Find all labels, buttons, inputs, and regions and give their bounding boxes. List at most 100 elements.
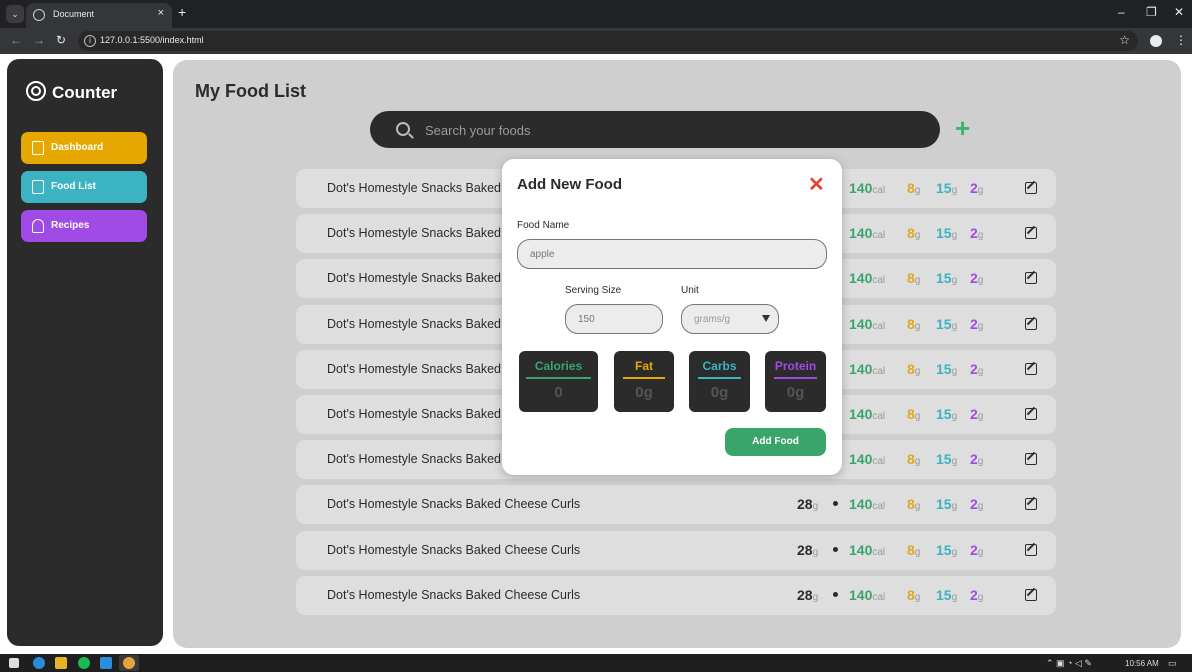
carbs-box: Carbs 0g xyxy=(689,351,750,412)
weight-unit: g xyxy=(812,547,819,558)
carbs-unit: g xyxy=(951,501,958,512)
edit-icon[interactable] xyxy=(1025,498,1037,510)
food-protein: 2g xyxy=(970,406,983,422)
window-close-icon[interactable]: ✕ xyxy=(1174,5,1184,19)
edit-icon[interactable] xyxy=(1025,363,1037,375)
food-row[interactable]: Dot's Homestyle Snacks Baked Cheese Curl… xyxy=(296,576,1056,615)
tray-icons[interactable]: ⌃ ▣ ◔ ◁ ✎ xyxy=(1046,658,1092,669)
separator-dot xyxy=(833,501,838,506)
vscode-icon[interactable] xyxy=(100,657,112,669)
windows-start-icon[interactable] xyxy=(9,658,19,668)
edit-icon[interactable] xyxy=(1025,227,1037,239)
tab-close-icon[interactable]: × xyxy=(158,7,164,19)
unit-value: grams/g xyxy=(694,314,731,325)
macro-title: Carbs xyxy=(702,359,737,373)
calories-unit: cal xyxy=(872,185,886,196)
file-explorer-icon[interactable] xyxy=(55,657,67,669)
close-icon[interactable]: ✕ xyxy=(808,175,825,195)
protein-value: 2 xyxy=(970,316,978,332)
food-fat: 8g xyxy=(907,180,920,196)
food-protein: 2g xyxy=(970,587,983,603)
back-icon[interactable]: ← xyxy=(10,33,22,47)
info-icon[interactable]: i xyxy=(84,35,96,47)
calories-unit: cal xyxy=(872,501,886,512)
sidebar-item-recipes[interactable]: Recipes xyxy=(21,210,147,242)
edit-icon[interactable] xyxy=(1025,182,1037,194)
food-name-input[interactable] xyxy=(517,239,827,269)
forward-icon[interactable]: → xyxy=(33,33,45,47)
edge-icon[interactable] xyxy=(33,657,45,669)
add-food-button[interactable]: Add Food xyxy=(725,428,826,456)
kebab-icon[interactable]: ⋮ xyxy=(1175,33,1187,47)
serving-size-input[interactable] xyxy=(565,304,663,334)
tab-search-icon[interactable]: ⌄ xyxy=(6,5,24,23)
food-calories: 140cal xyxy=(849,316,885,332)
profile-icon[interactable] xyxy=(1150,35,1162,47)
edit-icon[interactable] xyxy=(1025,272,1037,284)
notification-icon[interactable]: ▭ xyxy=(1168,658,1177,669)
food-row[interactable]: Dot's Homestyle Snacks Baked Cheese Curl… xyxy=(296,485,1056,524)
protein-unit: g xyxy=(977,230,984,241)
sidebar-item-label: Recipes xyxy=(51,220,90,231)
protein-value: 2 xyxy=(970,406,978,422)
fat-unit: g xyxy=(914,230,921,241)
sidebar-item-food-list[interactable]: Food List xyxy=(21,171,147,203)
fat-value: 8 xyxy=(907,542,915,558)
calories-value: 140 xyxy=(849,316,873,332)
clock[interactable]: 10:56 AM xyxy=(1125,659,1159,668)
new-tab-button[interactable]: + xyxy=(178,4,186,20)
url-bar[interactable]: i 127.0.0.1:5500/index.html ☆ xyxy=(78,31,1138,51)
search-bar xyxy=(370,111,940,148)
sidebar-item-dashboard[interactable]: Dashboard xyxy=(21,132,147,164)
food-calories: 140cal xyxy=(849,180,885,196)
url-text: 127.0.0.1:5500/index.html xyxy=(100,35,204,45)
food-row[interactable]: Dot's Homestyle Snacks Baked Cheese Curl… xyxy=(296,531,1056,570)
add-food-plus-button[interactable]: + xyxy=(955,115,970,141)
protein-unit: g xyxy=(977,366,984,377)
add-food-modal: Add New Food ✕ Food Name Serving Size Un… xyxy=(502,159,842,475)
chef-hat-icon xyxy=(32,219,44,233)
chrome-taskbar-button[interactable] xyxy=(119,655,139,671)
spotify-icon[interactable] xyxy=(78,657,90,669)
macro-title: Fat xyxy=(635,359,653,373)
food-carbs: 15g xyxy=(936,587,957,603)
food-name: Dot's Homestyle Snacks Baked Cheese Curl… xyxy=(327,497,581,511)
fat-unit: g xyxy=(914,321,921,332)
food-protein: 2g xyxy=(970,361,983,377)
star-icon[interactable]: ☆ xyxy=(1119,33,1130,47)
fat-value: 8 xyxy=(907,361,915,377)
protein-unit: g xyxy=(977,185,984,196)
edit-icon[interactable] xyxy=(1025,408,1037,420)
food-carbs: 15g xyxy=(936,225,957,241)
food-fat: 8g xyxy=(907,316,920,332)
fat-value: 8 xyxy=(907,496,915,512)
food-carbs: 15g xyxy=(936,406,957,422)
calories-value: 140 xyxy=(849,496,873,512)
calories-unit: cal xyxy=(872,366,886,377)
separator-dot xyxy=(833,592,838,597)
macro-value: 0g xyxy=(786,384,805,401)
restore-icon[interactable]: ❐ xyxy=(1146,5,1157,19)
food-protein: 2g xyxy=(970,270,983,286)
food-fat: 8g xyxy=(907,406,920,422)
edit-icon[interactable] xyxy=(1025,544,1037,556)
carbs-unit: g xyxy=(951,230,958,241)
browser-tab-bar: ⌄ Document × + – ❐ ✕ xyxy=(0,0,1192,28)
calories-unit: cal xyxy=(872,230,886,241)
minimize-icon[interactable]: – xyxy=(1118,5,1125,19)
edit-icon[interactable] xyxy=(1025,318,1037,330)
protein-unit: g xyxy=(977,456,984,467)
list-icon xyxy=(32,180,44,194)
macro-title: Calories xyxy=(534,359,583,373)
weight-unit: g xyxy=(812,501,819,512)
reload-icon[interactable]: ↻ xyxy=(56,33,66,47)
edit-icon[interactable] xyxy=(1025,453,1037,465)
macro-value: 0 xyxy=(554,384,563,401)
edit-icon[interactable] xyxy=(1025,589,1037,601)
carbs-value: 15 xyxy=(936,225,952,241)
food-carbs: 15g xyxy=(936,270,957,286)
search-input[interactable] xyxy=(425,120,905,140)
protein-unit: g xyxy=(977,321,984,332)
browser-tab[interactable]: Document × xyxy=(26,3,172,28)
unit-select[interactable]: grams/g xyxy=(681,304,779,334)
